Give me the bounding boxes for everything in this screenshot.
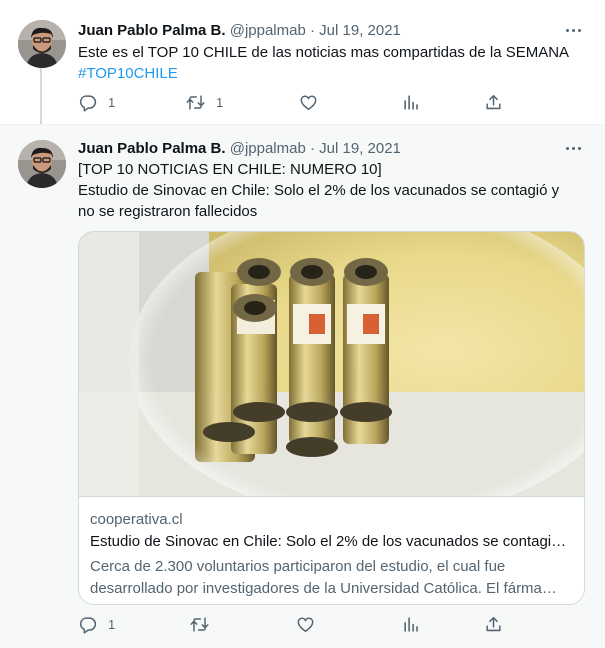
reply-button[interactable]: 1: [78, 615, 115, 634]
thread-connector: [40, 68, 42, 124]
author-handle[interactable]: @jppalmab: [230, 140, 306, 157]
card-title: Estudio de Sinovac en Chile: Solo el 2% …: [90, 533, 567, 550]
reply-icon: [79, 617, 97, 634]
share-button[interactable]: [484, 93, 503, 112]
avatar[interactable]: [18, 20, 66, 68]
retweet-icon: [190, 617, 209, 632]
card-image: [79, 232, 584, 496]
share-icon: [486, 617, 501, 632]
card-domain: cooperativa.cl: [90, 511, 183, 528]
separator: ·: [310, 140, 315, 157]
avatar[interactable]: [18, 140, 66, 188]
tweet-header: Juan Pablo Palma B. @jppalmab · Jul 19, …: [78, 139, 401, 159]
reply-button[interactable]: 1: [78, 93, 115, 112]
separator: ·: [310, 22, 315, 39]
analytics-button[interactable]: [402, 93, 421, 112]
tweet-date[interactable]: Jul 19, 2021: [319, 22, 401, 39]
tweet-1[interactable]: Juan Pablo Palma B. @jppalmab · Jul 19, …: [0, 0, 605, 124]
tweet-2[interactable]: Juan Pablo Palma B. @jppalmab · Jul 19, …: [0, 124, 605, 648]
tweet-text-line: [TOP 10 NOTICIAS EN CHILE: NUMERO 10]: [78, 161, 382, 178]
author-name[interactable]: Juan Pablo Palma B.: [78, 140, 226, 157]
more-icon[interactable]: [561, 136, 585, 160]
share-icon: [486, 95, 501, 110]
card-description-line: desarrollado por investigadores de la Un…: [90, 580, 557, 597]
tweet-header: Juan Pablo Palma B. @jppalmab · Jul 19, …: [78, 21, 401, 41]
reply-count: 1: [108, 617, 116, 632]
tweet-text-line: Este es el TOP 10 CHILE de las noticias …: [78, 44, 570, 61]
card-description: Cerca de 2.300 voluntarios participaron …: [90, 556, 570, 600]
like-icon: [297, 617, 314, 632]
like-button[interactable]: [299, 93, 329, 112]
tweet-text: [TOP 10 NOTICIAS EN CHILE: NUMERO 10] Es…: [78, 159, 559, 222]
tweet-actions: 1: [78, 615, 518, 637]
tweet-date[interactable]: Jul 19, 2021: [319, 140, 401, 157]
analytics-icon: [404, 617, 418, 632]
retweet-count: 1: [216, 95, 224, 110]
card-description-line: Cerca de 2.300 voluntarios participaron …: [90, 558, 506, 575]
retweet-button[interactable]: 1: [186, 93, 223, 112]
share-button[interactable]: [484, 615, 503, 634]
tweet-text-line: Estudio de Sinovac en Chile: Solo el 2% …: [78, 182, 560, 199]
hashtag-link[interactable]: #TOP10CHILE: [78, 63, 569, 84]
analytics-icon: [404, 95, 418, 110]
retweet-icon: [186, 95, 205, 110]
author-handle[interactable]: @jppalmab: [230, 22, 306, 39]
link-card[interactable]: cooperativa.cl Estudio de Sinovac en Chi…: [78, 231, 585, 605]
reply-count: 1: [108, 95, 116, 110]
card-body: cooperativa.cl Estudio de Sinovac en Chi…: [79, 496, 584, 604]
tweet-text: Este es el TOP 10 CHILE de las noticias …: [78, 42, 569, 84]
tweet-text-line: no se registraron fallecidos: [78, 203, 258, 220]
author-name[interactable]: Juan Pablo Palma B.: [78, 22, 226, 39]
like-button[interactable]: [296, 615, 326, 634]
tweet-actions: 1 1: [78, 93, 518, 115]
analytics-button[interactable]: [402, 615, 421, 634]
like-icon: [300, 95, 317, 110]
more-icon[interactable]: [561, 18, 585, 42]
reply-icon: [79, 95, 97, 112]
retweet-button[interactable]: [190, 615, 220, 634]
